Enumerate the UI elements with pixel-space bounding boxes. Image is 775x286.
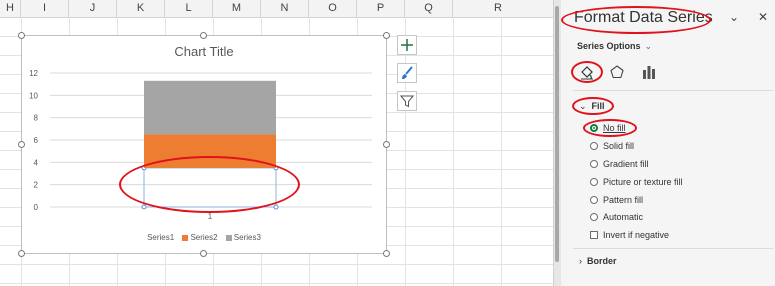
y-tick-label: 2	[34, 181, 39, 190]
x-tick-label: 1	[208, 212, 213, 221]
chart-filters-button[interactable]	[397, 91, 417, 111]
chart-style-brush-icon	[402, 66, 413, 79]
chart[interactable]: Chart Title 0 2 4 6 8 10 12 1 Series1 Series2 S…	[21, 35, 387, 254]
y-tick-label: 6	[34, 136, 39, 145]
column-header-r[interactable]: R	[453, 0, 553, 17]
radio-picture-texture-fill[interactable]: Picture or texture fill	[590, 176, 683, 188]
radio-gradient-fill[interactable]: Gradient fill	[590, 158, 649, 170]
y-tick-label: 4	[34, 158, 39, 167]
legend-swatch-series3	[225, 234, 232, 241]
gradient-fill-label: Gradient fill	[603, 159, 649, 169]
divider	[573, 248, 773, 249]
selection-handle	[141, 204, 147, 210]
picture-texture-fill-label: Picture or texture fill	[603, 177, 683, 187]
legend-item-series3[interactable]: Series3	[225, 233, 261, 242]
column-header-bar: H I J K L M N O P Q R	[0, 0, 553, 18]
selection-handle	[273, 204, 279, 210]
border-section-label: Border	[587, 256, 617, 266]
worksheet-area[interactable]: H I J K L M N O P Q R Chart Title 024681…	[0, 0, 553, 286]
legend-label-series3: Series3	[233, 233, 261, 242]
chart-resize-handle[interactable]	[18, 250, 25, 257]
chart-resize-handle[interactable]	[18, 141, 25, 148]
bar-segment-series2[interactable]	[144, 134, 276, 168]
legend-item-series1[interactable]: Series1	[147, 233, 174, 242]
checkbox[interactable]	[590, 231, 598, 239]
scrollbar[interactable]	[555, 6, 559, 262]
column-header-k[interactable]: K	[117, 0, 165, 17]
solid-fill-label: Solid fill	[603, 141, 635, 151]
series-options-dropdown[interactable]: Series Options ⌄	[577, 41, 652, 52]
pattern-fill-label: Pattern fill	[603, 195, 644, 205]
legend-swatch-series2	[182, 234, 189, 241]
add-chart-element-icon	[401, 39, 413, 51]
chart-resize-handle[interactable]	[200, 32, 207, 39]
chevron-right-icon: ›	[579, 256, 582, 266]
border-section-header[interactable]: › Border	[579, 256, 617, 266]
chart-filter-icon	[400, 95, 414, 108]
y-tick-label: 10	[29, 91, 38, 100]
invert-if-negative-label: Invert if negative	[603, 230, 670, 240]
chevron-down-icon[interactable]: ⌄	[729, 10, 739, 24]
y-tick-label: 12	[29, 69, 38, 78]
chart-resize-handle[interactable]	[383, 141, 390, 148]
chart-resize-handle[interactable]	[383, 32, 390, 39]
tab-fill-line[interactable]	[578, 63, 596, 81]
fill-line-icon	[581, 66, 593, 80]
column-header-j[interactable]: J	[69, 0, 117, 17]
pane-title: Format Data Series	[574, 9, 713, 26]
radio-button[interactable]	[590, 178, 598, 186]
radio-button[interactable]	[590, 160, 598, 168]
gridline	[0, 264, 553, 265]
chart-resize-handle[interactable]	[200, 250, 207, 257]
chart-resize-handle[interactable]	[18, 32, 25, 39]
radio-automatic[interactable]: Automatic	[590, 211, 643, 223]
column-header-o[interactable]: O	[309, 0, 357, 17]
column-header-p[interactable]: P	[357, 0, 405, 17]
legend-label-series2: Series2	[190, 233, 218, 242]
fill-section-label: Fill	[591, 101, 605, 111]
chart-styles-button[interactable]	[397, 63, 417, 83]
effects-pentagon-icon	[610, 65, 624, 79]
no-fill-label: No fill	[603, 123, 626, 133]
chart-resize-handle[interactable]	[383, 250, 390, 257]
divider	[573, 90, 773, 91]
radio-pattern-fill[interactable]: Pattern fill	[590, 194, 643, 206]
tab-series-options[interactable]	[640, 63, 658, 81]
y-tick-label: 8	[34, 114, 39, 123]
series-options-bars-icon	[643, 66, 655, 79]
chart-legend[interactable]: Series1 Series2 Series3	[22, 233, 386, 242]
plot-area[interactable]: 0 2 4 6 8 10 12 1	[22, 36, 386, 253]
series-options-label: Series Options	[577, 41, 641, 51]
fill-section-header[interactable]: ⌄ Fill	[579, 101, 605, 112]
column-header-i[interactable]: I	[21, 0, 69, 17]
radio-button[interactable]	[590, 142, 598, 150]
radio-button-selected[interactable]	[590, 124, 598, 132]
chevron-down-icon: ⌄	[579, 101, 587, 111]
column-header-h[interactable]: H	[0, 0, 21, 17]
column-header-n[interactable]: N	[261, 0, 309, 17]
radio-solid-fill[interactable]: Solid fill	[590, 140, 634, 152]
automatic-label: Automatic	[603, 212, 644, 222]
close-icon[interactable]: ✕	[758, 10, 768, 24]
y-tick-label: 0	[34, 203, 39, 212]
legend-label-series1: Series1	[147, 233, 175, 242]
invert-if-negative-checkbox[interactable]: Invert if negative	[590, 229, 669, 241]
format-data-series-pane: Format Data Series ⌄ ✕ Series Options ⌄ ⌄…	[561, 0, 775, 286]
chevron-down-icon: ⌄	[644, 41, 653, 51]
bar-segment-series1[interactable]	[143, 167, 277, 208]
radio-button[interactable]	[590, 213, 598, 221]
chart-elements-button[interactable]	[397, 35, 417, 55]
tab-effects[interactable]	[608, 63, 626, 81]
column-header-l[interactable]: L	[165, 0, 213, 17]
bar-segment-series3[interactable]	[144, 80, 276, 135]
radio-button[interactable]	[590, 196, 598, 204]
column-header-m[interactable]: M	[213, 0, 261, 17]
gridline	[0, 283, 553, 284]
column-header-q[interactable]: Q	[405, 0, 453, 17]
radio-no-fill[interactable]: No fill	[590, 122, 626, 134]
legend-item-series2[interactable]: Series2	[182, 233, 218, 242]
